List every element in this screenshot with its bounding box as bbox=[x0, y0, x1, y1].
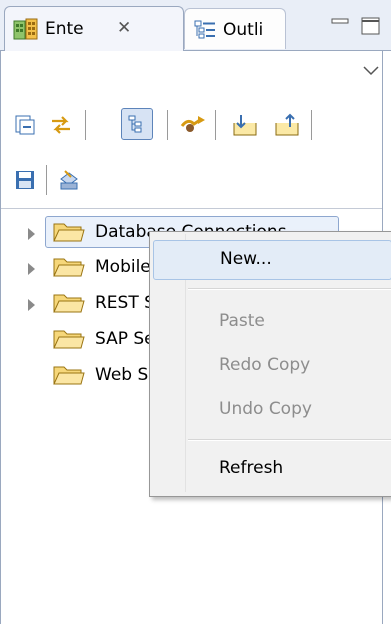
menu-item-label: New... bbox=[220, 249, 272, 269]
link-with-editor-icon[interactable] bbox=[45, 109, 77, 141]
deploy-icon[interactable] bbox=[53, 164, 85, 196]
expand-arrow-icon[interactable] bbox=[28, 299, 35, 311]
toolbar-divider bbox=[1, 208, 382, 209]
toolbar-separator bbox=[215, 110, 216, 140]
outline-icon bbox=[193, 19, 217, 45]
tab-outline[interactable]: Outli bbox=[184, 8, 286, 49]
toolbar-separator bbox=[167, 110, 168, 140]
menu-separator bbox=[188, 439, 391, 441]
context-menu: New... Paste Redo Copy Undo Copy Refresh bbox=[149, 231, 391, 497]
view-tab-bar: Ente ✕ Outli bbox=[0, 0, 391, 51]
collapse-all-icon[interactable] bbox=[9, 109, 41, 141]
tab-enterprise-explorer[interactable]: Ente ✕ bbox=[4, 6, 184, 51]
menu-item-undo-copy: Undo Copy bbox=[153, 391, 391, 429]
expand-arrow-icon[interactable] bbox=[28, 263, 35, 275]
tree-layout-icon[interactable] bbox=[121, 108, 153, 140]
folder-icon bbox=[53, 256, 85, 282]
menu-item-redo-copy: Redo Copy bbox=[153, 347, 391, 385]
menu-item-label: Undo Copy bbox=[219, 399, 312, 419]
view-menu-icon[interactable] bbox=[363, 61, 379, 80]
toolbar-separator bbox=[85, 110, 86, 140]
folder-icon bbox=[53, 292, 85, 318]
expand-arrow-icon[interactable] bbox=[28, 228, 35, 240]
menu-separator bbox=[188, 288, 391, 290]
import-icon[interactable] bbox=[229, 109, 261, 141]
tab-label: Outli bbox=[223, 20, 264, 40]
export-icon[interactable] bbox=[271, 109, 303, 141]
tab-label: Ente bbox=[45, 19, 84, 39]
maximize-icon[interactable] bbox=[360, 16, 382, 40]
save-icon[interactable] bbox=[9, 164, 41, 196]
menu-item-new[interactable]: New... bbox=[153, 240, 391, 280]
enterprise-explorer-icon bbox=[13, 18, 39, 46]
toolbar-separator bbox=[311, 110, 312, 140]
menu-item-label: Paste bbox=[219, 311, 265, 331]
sync-icon[interactable] bbox=[177, 109, 209, 141]
folder-icon bbox=[53, 221, 85, 247]
folder-icon bbox=[53, 328, 85, 354]
menu-item-paste: Paste bbox=[153, 303, 391, 341]
close-icon[interactable]: ✕ bbox=[117, 18, 131, 38]
minimize-icon[interactable] bbox=[330, 16, 350, 35]
menu-item-refresh[interactable]: Refresh bbox=[153, 450, 391, 488]
menu-item-label: Redo Copy bbox=[219, 355, 311, 375]
folder-icon bbox=[53, 364, 85, 390]
menu-item-label: Refresh bbox=[219, 458, 284, 478]
toolbar-separator bbox=[46, 165, 47, 195]
